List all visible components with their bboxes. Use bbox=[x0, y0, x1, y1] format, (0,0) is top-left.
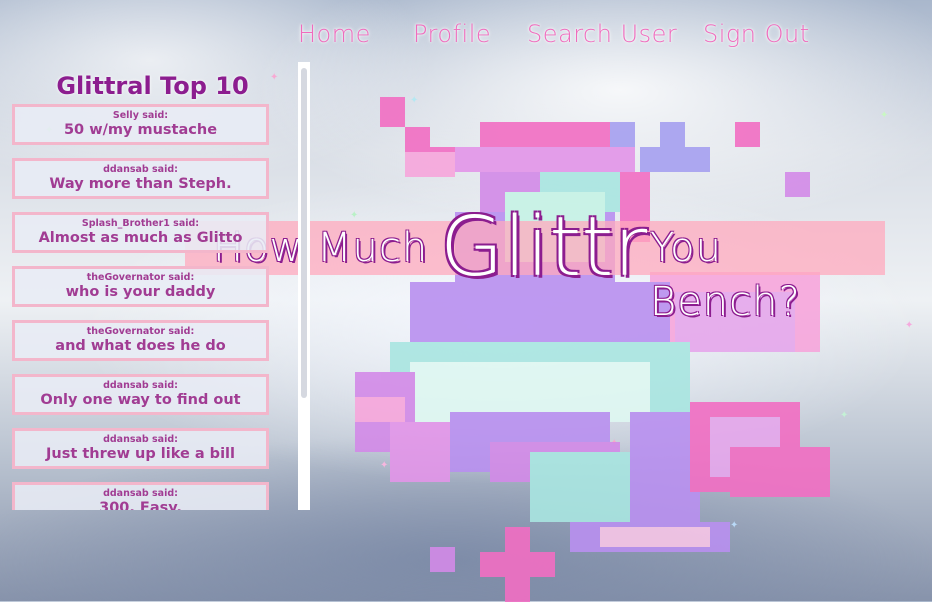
post-text: Almost as much as Glitto bbox=[38, 230, 243, 246]
sidebar-scrollbar[interactable] bbox=[298, 62, 310, 510]
top-nav: Home Profile Search User Sign Out bbox=[0, 20, 932, 52]
post-username: theGovernator said: bbox=[86, 326, 195, 337]
post-text: Just threw up like a bill bbox=[46, 446, 235, 462]
post-card[interactable]: Splash_Brother1 said: Almost as much as … bbox=[12, 212, 269, 253]
post-card[interactable]: ddansab said: Only one way to find out bbox=[12, 374, 269, 415]
post-text: 300. Easy. bbox=[99, 500, 182, 510]
post-card[interactable]: theGovernator said: who is your daddy bbox=[12, 266, 269, 307]
sidebar-title: Glittral Top 10 bbox=[56, 72, 249, 100]
post-username: ddansab said: bbox=[103, 380, 178, 391]
post-text: who is your daddy bbox=[65, 284, 216, 300]
post-username: theGovernator said: bbox=[86, 272, 195, 283]
post-card[interactable]: theGovernator said: and what does he do bbox=[12, 320, 269, 361]
sparkle-icon: ✦ bbox=[880, 110, 889, 121]
post-card[interactable]: ddansab said: Just threw up like a bill bbox=[12, 428, 269, 469]
top-10-sidebar: Glittral Top 10 Selly said: 50 w/my must… bbox=[10, 70, 275, 510]
post-text: and what does he do bbox=[55, 338, 226, 354]
post-username: ddansab said: bbox=[103, 164, 178, 175]
post-card[interactable]: ddansab said: 300. Easy. bbox=[12, 482, 269, 510]
banner-text-after: You Bench? bbox=[650, 225, 801, 325]
post-username: ddansab said: bbox=[103, 434, 178, 445]
nav-home-link[interactable]: Home bbox=[298, 20, 371, 48]
post-username: Splash_Brother1 said: bbox=[81, 218, 200, 229]
post-username: ddansab said: bbox=[103, 488, 178, 499]
post-username: Selly said: bbox=[112, 110, 169, 121]
brand-logo-text: Glittr bbox=[440, 200, 648, 295]
nav-profile-link[interactable]: Profile bbox=[413, 20, 491, 48]
unicorn-pixel-art bbox=[355, 97, 830, 602]
post-card[interactable]: Selly said: 50 w/my mustache bbox=[12, 104, 269, 145]
scrollbar-thumb[interactable] bbox=[301, 68, 307, 398]
post-text: Way more than Steph. bbox=[49, 176, 232, 192]
post-card[interactable]: ddansab said: Way more than Steph. bbox=[12, 158, 269, 199]
nav-search-user-link[interactable]: Search User bbox=[527, 20, 677, 48]
post-text: Only one way to find out bbox=[40, 392, 241, 408]
sparkle-icon: ✦ bbox=[905, 320, 914, 331]
post-text: 50 w/my mustache bbox=[63, 122, 218, 138]
nav-sign-out-link[interactable]: Sign Out bbox=[703, 20, 810, 48]
